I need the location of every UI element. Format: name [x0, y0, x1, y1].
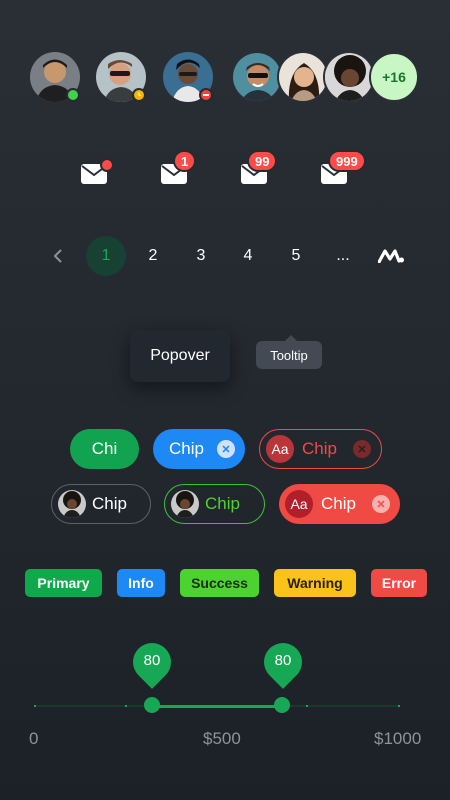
- unread-dot: [100, 158, 114, 172]
- chip-avatar: [171, 490, 199, 518]
- count-badge: 1: [173, 150, 197, 172]
- chip-outlined-green[interactable]: Chip: [164, 484, 265, 524]
- slider-low-value: 80: [143, 652, 161, 669]
- close-icon[interactable]: ✕: [217, 440, 235, 458]
- label-error: Error: [371, 569, 427, 597]
- count-badge: 99: [247, 150, 278, 172]
- label-success: Success: [180, 569, 259, 597]
- chip-outlined-red[interactable]: Aa Chip ✕: [259, 429, 382, 469]
- next-page-button[interactable]: [371, 236, 411, 276]
- chip-label: Chip: [302, 439, 337, 458]
- page-5-button[interactable]: 5: [276, 236, 316, 276]
- slider-tick: [398, 705, 400, 707]
- avatar: [231, 51, 283, 103]
- busy-status-dot: [199, 88, 213, 102]
- chip-filled-red[interactable]: Aa Chip ✕: [279, 484, 400, 524]
- chip-avatar: Aa: [285, 490, 313, 518]
- prev-page-button[interactable]: [38, 236, 78, 276]
- chip-avatar: Aa: [266, 435, 294, 463]
- chevron-left-icon: [53, 249, 62, 263]
- more-avatars-count: +16: [369, 52, 419, 102]
- online-status-dot: [66, 88, 80, 102]
- chip-label: Chip: [321, 494, 356, 513]
- page-1-button[interactable]: 1: [86, 236, 126, 276]
- label-info: Info: [117, 569, 165, 597]
- slider-scale-min: 0: [29, 729, 39, 748]
- slider-scale-max: $1000: [374, 729, 422, 748]
- label-primary: Primary: [25, 569, 102, 597]
- chip-label: Chip: [92, 494, 127, 513]
- slider-scale-mid: $500: [203, 729, 241, 748]
- slider-tick: [125, 705, 127, 707]
- away-status-dot: [132, 88, 146, 102]
- chip-label: Chi: [91, 439, 118, 458]
- chip-avatar: [58, 490, 86, 518]
- close-icon[interactable]: ✕: [372, 495, 390, 513]
- close-icon[interactable]: ✕: [353, 440, 371, 458]
- pagination-ellipsis[interactable]: ...: [323, 236, 363, 276]
- slider-high-value: 80: [274, 652, 292, 669]
- chip-label: Chip: [169, 439, 204, 458]
- slider-range-fill: [152, 705, 282, 708]
- slider-thumb-low[interactable]: [144, 697, 160, 713]
- chip-filled-green[interactable]: Chi: [70, 429, 139, 469]
- slider-tick: [306, 705, 308, 707]
- popover: Popover: [130, 330, 230, 382]
- page-2-button[interactable]: 2: [133, 236, 173, 276]
- chip-label: Chip: [205, 494, 240, 513]
- slider-tick: [34, 705, 36, 707]
- count-badge: 999: [328, 150, 366, 172]
- avatar: [323, 51, 375, 103]
- avatar: [277, 51, 329, 103]
- page-3-button[interactable]: 3: [181, 236, 221, 276]
- m-logo-icon: [378, 249, 404, 263]
- page-4-button[interactable]: 4: [228, 236, 268, 276]
- chip-outlined-grey[interactable]: Chip: [51, 484, 151, 524]
- chip-filled-blue[interactable]: Chip ✕: [153, 429, 245, 469]
- slider-thumb-high[interactable]: [274, 697, 290, 713]
- tooltip: Tooltip: [256, 341, 322, 369]
- label-warning: Warning: [274, 569, 356, 597]
